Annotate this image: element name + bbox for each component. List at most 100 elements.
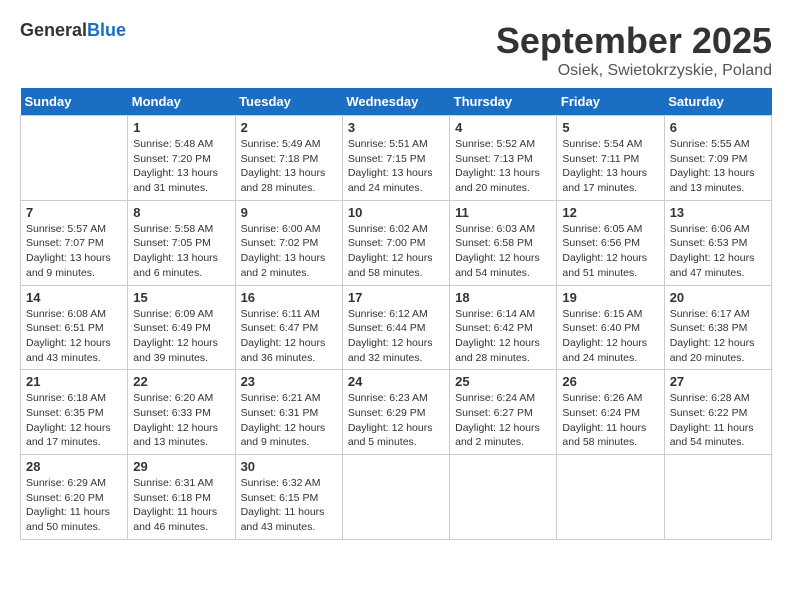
col-sunday: Sunday (21, 88, 128, 116)
day-number: 29 (133, 459, 229, 474)
day-info: Sunrise: 5:52 AMSunset: 7:13 PMDaylight:… (455, 137, 551, 196)
day-number: 9 (241, 205, 337, 220)
calendar-cell: 3 Sunrise: 5:51 AMSunset: 7:15 PMDaylight… (342, 116, 449, 201)
day-number: 25 (455, 374, 551, 389)
calendar-cell: 16 Sunrise: 6:11 AMSunset: 6:47 PMDayligh… (235, 285, 342, 370)
day-number: 7 (26, 205, 122, 220)
day-info: Sunrise: 6:11 AMSunset: 6:47 PMDaylight:… (241, 307, 337, 366)
day-info: Sunrise: 5:55 AMSunset: 7:09 PMDaylight:… (670, 137, 766, 196)
calendar-cell: 13 Sunrise: 6:06 AMSunset: 6:53 PMDayligh… (664, 200, 771, 285)
calendar-cell: 24 Sunrise: 6:23 AMSunset: 6:29 PMDayligh… (342, 370, 449, 455)
calendar-cell: 17Sunrise: 6:12 AMSunset: 6:44 PMDayligh… (342, 285, 449, 370)
calendar-week-row: 28 Sunrise: 6:29 AMSunset: 6:20 PMDayligh… (21, 455, 772, 540)
calendar-cell: 2 Sunrise: 5:49 AMSunset: 7:18 PMDaylight… (235, 116, 342, 201)
calendar-cell: 14 Sunrise: 6:08 AMSunset: 6:51 PMDayligh… (21, 285, 128, 370)
day-number: 22 (133, 374, 229, 389)
calendar-cell: 6 Sunrise: 5:55 AMSunset: 7:09 PMDaylight… (664, 116, 771, 201)
logo-general: GeneralBlue (20, 20, 126, 42)
day-info: Sunrise: 6:26 AMSunset: 6:24 PMDaylight:… (562, 391, 658, 450)
calendar-cell: 1Sunrise: 5:48 AMSunset: 7:20 PMDaylight… (128, 116, 235, 201)
day-number: 20 (670, 290, 766, 305)
calendar-cell: 27Sunrise: 6:28 AMSunset: 6:22 PMDayligh… (664, 370, 771, 455)
calendar-cell: 30 Sunrise: 6:32 AMSunset: 6:15 PMDayligh… (235, 455, 342, 540)
calendar-cell: 20 Sunrise: 6:17 AMSunset: 6:38 PMDayligh… (664, 285, 771, 370)
day-number: 21 (26, 374, 122, 389)
calendar-cell (342, 455, 449, 540)
day-info: Sunrise: 6:14 AMSunset: 6:42 PMDaylight:… (455, 307, 551, 366)
day-info: Sunrise: 6:29 AMSunset: 6:20 PMDaylight:… (26, 476, 122, 535)
day-number: 16 (241, 290, 337, 305)
day-number: 2 (241, 120, 337, 135)
day-number: 6 (670, 120, 766, 135)
page-header: General Blue GeneralBlue September 2025 … (20, 20, 772, 80)
calendar-cell: 11 Sunrise: 6:03 AMSunset: 6:58 PMDayligh… (450, 200, 557, 285)
calendar-cell (664, 455, 771, 540)
calendar-cell: 9 Sunrise: 6:00 AMSunset: 7:02 PMDaylight… (235, 200, 342, 285)
day-number: 4 (455, 120, 551, 135)
day-info: Sunrise: 6:03 AMSunset: 6:58 PMDaylight:… (455, 222, 551, 281)
calendar-cell: 18Sunrise: 6:14 AMSunset: 6:42 PMDayligh… (450, 285, 557, 370)
day-number: 27 (670, 374, 766, 389)
day-number: 23 (241, 374, 337, 389)
calendar-cell: 19Sunrise: 6:15 AMSunset: 6:40 PMDayligh… (557, 285, 664, 370)
col-thursday: Thursday (450, 88, 557, 116)
day-info: Sunrise: 6:24 AMSunset: 6:27 PMDaylight:… (455, 391, 551, 450)
day-number: 12 (562, 205, 658, 220)
day-info: Sunrise: 6:23 AMSunset: 6:29 PMDaylight:… (348, 391, 444, 450)
day-number: 13 (670, 205, 766, 220)
calendar-cell: 5 Sunrise: 5:54 AMSunset: 7:11 PMDaylight… (557, 116, 664, 201)
calendar-cell (450, 455, 557, 540)
calendar-header-row: Sunday Monday Tuesday Wednesday Thursday… (21, 88, 772, 116)
col-tuesday: Tuesday (235, 88, 342, 116)
day-number: 11 (455, 205, 551, 220)
day-info: Sunrise: 6:17 AMSunset: 6:38 PMDaylight:… (670, 307, 766, 366)
day-info: Sunrise: 5:54 AMSunset: 7:11 PMDaylight:… (562, 137, 658, 196)
day-info: Sunrise: 6:02 AMSunset: 7:00 PMDaylight:… (348, 222, 444, 281)
logo: General Blue GeneralBlue (20, 20, 126, 42)
day-info: Sunrise: 6:08 AMSunset: 6:51 PMDaylight:… (26, 307, 122, 366)
day-number: 10 (348, 205, 444, 220)
day-number: 5 (562, 120, 658, 135)
col-friday: Friday (557, 88, 664, 116)
day-number: 8 (133, 205, 229, 220)
day-info: Sunrise: 5:58 AMSunset: 7:05 PMDaylight:… (133, 222, 229, 281)
calendar-cell: 28 Sunrise: 6:29 AMSunset: 6:20 PMDayligh… (21, 455, 128, 540)
calendar-cell: 12 Sunrise: 6:05 AMSunset: 6:56 PMDayligh… (557, 200, 664, 285)
calendar-cell: 22 Sunrise: 6:20 AMSunset: 6:33 PMDayligh… (128, 370, 235, 455)
calendar-week-row: 14 Sunrise: 6:08 AMSunset: 6:51 PMDayligh… (21, 285, 772, 370)
calendar-cell: 25 Sunrise: 6:24 AMSunset: 6:27 PMDayligh… (450, 370, 557, 455)
day-info: Sunrise: 6:09 AMSunset: 6:49 PMDaylight:… (133, 307, 229, 366)
calendar-cell: 8 Sunrise: 5:58 AMSunset: 7:05 PMDaylight… (128, 200, 235, 285)
day-number: 14 (26, 290, 122, 305)
calendar-week-row: 7Sunrise: 5:57 AMSunset: 7:07 PMDaylight… (21, 200, 772, 285)
day-info: Sunrise: 6:32 AMSunset: 6:15 PMDaylight:… (241, 476, 337, 535)
day-info: Sunrise: 6:05 AMSunset: 6:56 PMDaylight:… (562, 222, 658, 281)
day-info: Sunrise: 5:51 AMSunset: 7:15 PMDaylight:… (348, 137, 444, 196)
day-number: 19 (562, 290, 658, 305)
calendar-cell (21, 116, 128, 201)
title-block: September 2025 Osiek, Swietokrzyskie, Po… (496, 20, 772, 80)
calendar-cell: 7Sunrise: 5:57 AMSunset: 7:07 PMDaylight… (21, 200, 128, 285)
day-info: Sunrise: 6:20 AMSunset: 6:33 PMDaylight:… (133, 391, 229, 450)
day-number: 30 (241, 459, 337, 474)
calendar-cell: 10 Sunrise: 6:02 AMSunset: 7:00 PMDayligh… (342, 200, 449, 285)
col-monday: Monday (128, 88, 235, 116)
day-info: Sunrise: 6:31 AMSunset: 6:18 PMDaylight:… (133, 476, 229, 535)
day-number: 28 (26, 459, 122, 474)
day-number: 24 (348, 374, 444, 389)
day-number: 3 (348, 120, 444, 135)
calendar-cell: 29 Sunrise: 6:31 AMSunset: 6:18 PMDayligh… (128, 455, 235, 540)
calendar-subtitle: Osiek, Swietokrzyskie, Poland (496, 62, 772, 80)
day-number: 17 (348, 290, 444, 305)
calendar-cell: 15 Sunrise: 6:09 AMSunset: 6:49 PMDayligh… (128, 285, 235, 370)
calendar-week-row: 21Sunrise: 6:18 AMSunset: 6:35 PMDayligh… (21, 370, 772, 455)
day-info: Sunrise: 6:00 AMSunset: 7:02 PMDaylight:… (241, 222, 337, 281)
calendar-cell: 21Sunrise: 6:18 AMSunset: 6:35 PMDayligh… (21, 370, 128, 455)
day-number: 15 (133, 290, 229, 305)
calendar-title: September 2025 (496, 20, 772, 62)
day-number: 26 (562, 374, 658, 389)
calendar-cell: 26 Sunrise: 6:26 AMSunset: 6:24 PMDayligh… (557, 370, 664, 455)
day-info: Sunrise: 5:49 AMSunset: 7:18 PMDaylight:… (241, 137, 337, 196)
calendar-cell: 23Sunrise: 6:21 AMSunset: 6:31 PMDayligh… (235, 370, 342, 455)
day-info: Sunrise: 6:06 AMSunset: 6:53 PMDaylight:… (670, 222, 766, 281)
